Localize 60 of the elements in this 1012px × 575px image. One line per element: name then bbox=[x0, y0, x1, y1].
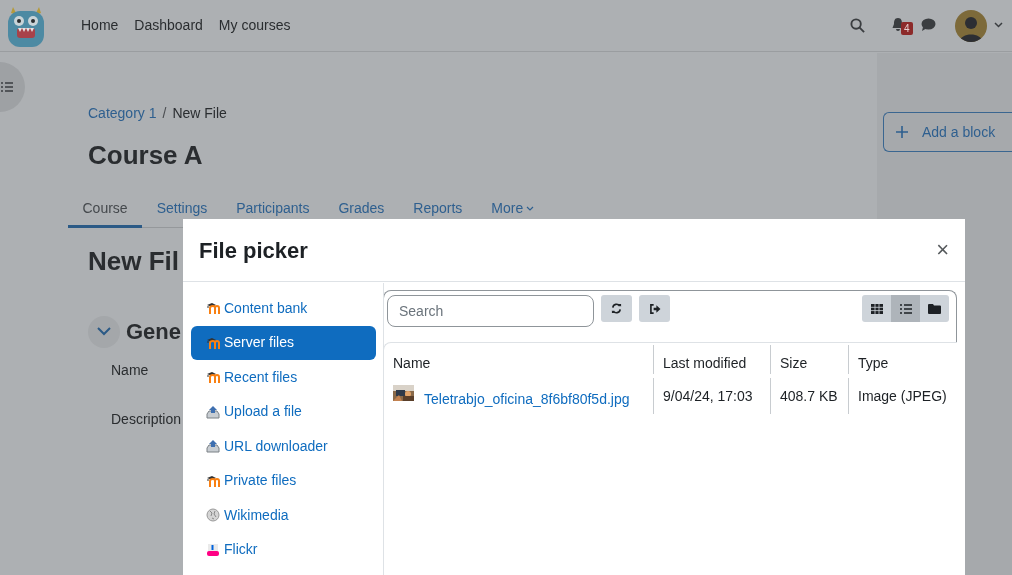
flickr-icon bbox=[206, 542, 220, 557]
course-title: Course A bbox=[87, 139, 204, 172]
notification-count: 4 bbox=[901, 22, 913, 35]
table-cell-text: Image (JPEG) bbox=[858, 386, 947, 406]
page-heading: New Fil bbox=[88, 245, 179, 278]
plus-icon bbox=[896, 126, 908, 138]
moodle-icon bbox=[206, 370, 220, 385]
chevron-icon bbox=[97, 327, 111, 336]
course-tab[interactable]: Course bbox=[68, 189, 143, 228]
collapse-button[interactable] bbox=[88, 315, 120, 348]
table-cell-text: 9/04/24, 17:03 bbox=[663, 386, 753, 406]
chat-icon[interactable] bbox=[921, 18, 936, 32]
nav-link[interactable]: My courses bbox=[218, 15, 291, 36]
caret-icon[interactable] bbox=[994, 22, 1003, 28]
upload-icon bbox=[206, 439, 220, 454]
dialog-title: File picker bbox=[199, 236, 308, 265]
moodle-icon bbox=[206, 473, 220, 488]
search-icon[interactable] bbox=[850, 18, 865, 33]
avatar[interactable] bbox=[955, 10, 987, 42]
nav-link[interactable]: Dashboard bbox=[134, 15, 203, 36]
logout-icon bbox=[648, 303, 661, 314]
column-header[interactable]: Name bbox=[393, 353, 431, 374]
course-tab[interactable]: More bbox=[476, 189, 549, 228]
view-mode-button[interactable] bbox=[891, 295, 920, 322]
close-button[interactable]: × bbox=[936, 239, 949, 261]
field-label: Description bbox=[111, 410, 182, 429]
nav-link[interactable]: Home bbox=[81, 15, 119, 36]
column-header[interactable]: Size bbox=[780, 353, 808, 374]
folder-icon bbox=[928, 303, 941, 314]
refresh-button[interactable] bbox=[601, 295, 632, 322]
column-header[interactable]: Type bbox=[858, 353, 889, 374]
moodle-icon bbox=[206, 335, 220, 350]
repository-item[interactable]: Recent files bbox=[191, 360, 376, 395]
upload-icon bbox=[206, 404, 220, 419]
search-field[interactable]: Search bbox=[387, 295, 594, 327]
breadcrumb-separator: / bbox=[162, 104, 167, 123]
repository-item[interactable]: URL downloader bbox=[191, 429, 376, 464]
repository-item[interactable]: Server files bbox=[191, 325, 376, 360]
add-block-button[interactable]: Add a block bbox=[883, 112, 1012, 152]
table-cell-text: 408.7 KB bbox=[780, 386, 838, 406]
repository-item[interactable]: Private files bbox=[191, 463, 376, 498]
globe-icon bbox=[206, 508, 220, 523]
file-link[interactable]: Teletrabjo_oficina_8f6bf80f5d.jpg bbox=[424, 382, 630, 410]
grid-icon bbox=[870, 303, 883, 314]
view-mode-button[interactable] bbox=[862, 295, 891, 322]
breadcrumb-link[interactable]: Category 1 bbox=[88, 103, 157, 124]
section-heading: Gene bbox=[126, 318, 182, 346]
repository-item[interactable]: Wikimedia bbox=[191, 498, 376, 533]
column-header[interactable]: Last modified bbox=[663, 353, 747, 374]
repository-item[interactable]: Content bank bbox=[191, 291, 376, 326]
breadcrumb-current: New File bbox=[172, 104, 227, 123]
view-mode-button[interactable] bbox=[920, 295, 949, 322]
moodle-icon bbox=[206, 301, 220, 316]
list-icon bbox=[899, 303, 912, 314]
refresh-icon bbox=[611, 303, 622, 314]
repository-item[interactable]: Flickr bbox=[191, 532, 376, 567]
field-label: Name bbox=[111, 361, 149, 380]
logout-button[interactable] bbox=[639, 295, 670, 322]
repository-item[interactable]: Upload a file bbox=[191, 394, 376, 429]
menu-icon bbox=[1, 82, 13, 92]
